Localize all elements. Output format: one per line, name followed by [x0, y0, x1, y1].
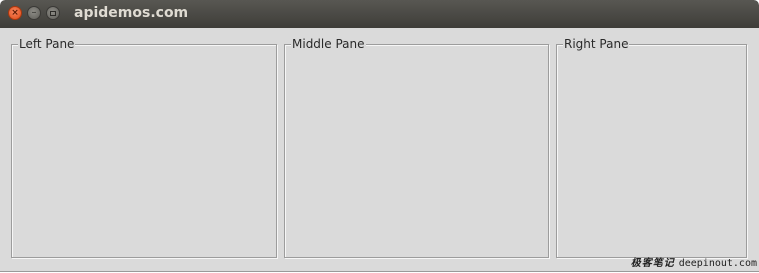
close-icon: × [11, 7, 19, 18]
right-pane: Right Pane [556, 36, 747, 258]
middle-pane: Middle Pane [284, 36, 549, 258]
window-title: apidemos.com [74, 5, 189, 21]
window-titlebar[interactable]: × – apidemos.com [0, 0, 759, 28]
watermark-site-text: deepinout.com [678, 258, 757, 269]
minimize-window-button[interactable]: – [27, 6, 41, 20]
maximize-window-button[interactable] [46, 6, 60, 20]
watermark-chinese-text: 极客笔记 [630, 258, 675, 269]
close-window-button[interactable]: × [8, 6, 22, 20]
app-window: × – apidemos.com Left Pane Middle Pane R… [0, 0, 759, 271]
watermark: 极客笔记 deepinout.com [631, 254, 757, 269]
middle-pane-label: Middle Pane [291, 36, 366, 52]
right-pane-label: Right Pane [563, 36, 630, 52]
minimize-icon: – [31, 7, 37, 18]
left-pane-label: Left Pane [18, 36, 76, 52]
maximize-icon [50, 10, 56, 16]
left-pane: Left Pane [11, 36, 277, 258]
